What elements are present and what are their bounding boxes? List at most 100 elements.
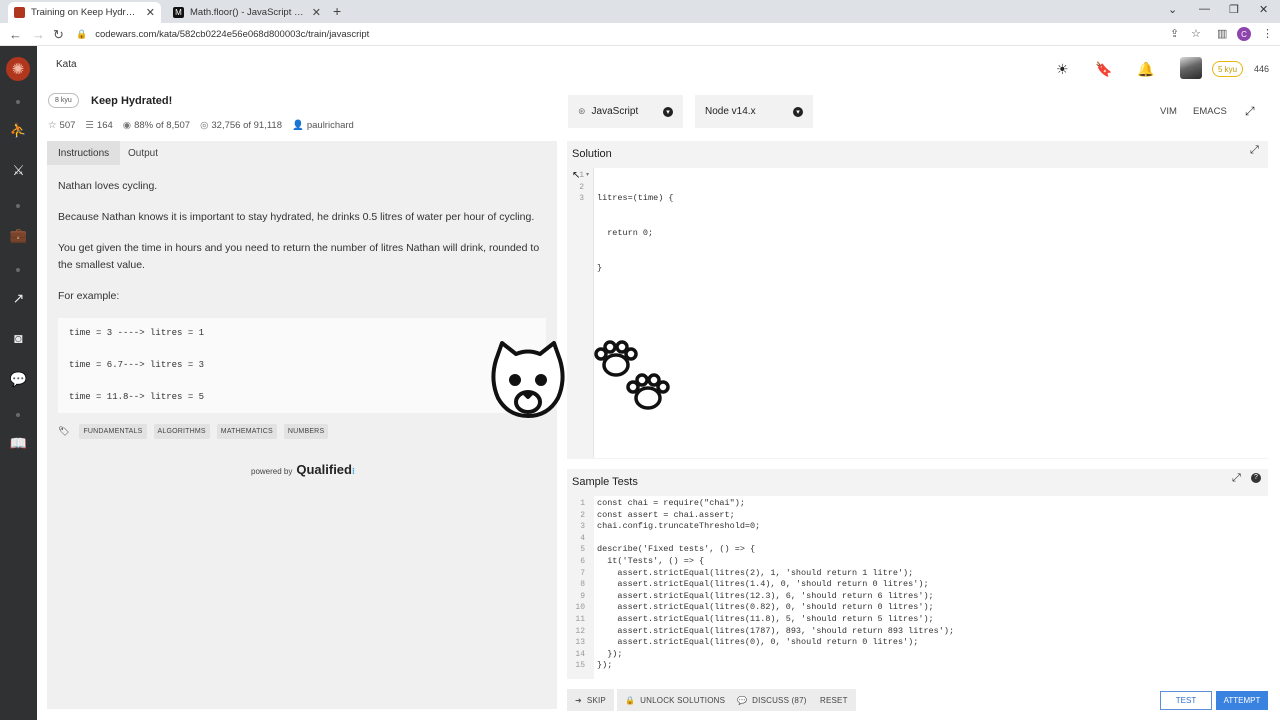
help-question-icon[interactable]: ? bbox=[1251, 473, 1261, 483]
forward-arrow-icon[interactable]: → bbox=[32, 27, 45, 42]
tab-title: Training on Keep Hydrated! | Co bbox=[31, 7, 140, 18]
tag-fundamentals[interactable]: FUNDAMENTALS bbox=[79, 424, 147, 439]
code-line: litres=(time) { bbox=[597, 193, 674, 204]
browser-toolbar: ← → ↻ 🔒 codewars.com/kata/582cb0224e56e0… bbox=[0, 23, 1280, 46]
line-number: 6 bbox=[580, 556, 585, 566]
leaderboard-trend-icon[interactable]: ↗ bbox=[0, 290, 37, 307]
line-number: 1 bbox=[580, 499, 585, 508]
tag-numbers[interactable]: NUMBERS bbox=[283, 424, 329, 439]
unlock-solutions-button[interactable]: 🔒 UNLOCK SOLUTIONS bbox=[617, 689, 734, 711]
line-number: 13 bbox=[575, 638, 585, 648]
tab-instructions[interactable]: Instructions bbox=[47, 141, 121, 165]
collections-stat[interactable]: ☰ 164 bbox=[85, 120, 112, 131]
chevron-down-icon: ▾ bbox=[793, 106, 803, 117]
profile-avatar[interactable]: C bbox=[1237, 27, 1251, 41]
code-line: assert.strictEqual(litres(0.82), 0, 'sho… bbox=[597, 602, 934, 613]
stars-stat[interactable]: ☆ 507 bbox=[48, 120, 75, 131]
mouse-cursor-icon: ↖ bbox=[572, 170, 581, 181]
line-number: 4 bbox=[580, 533, 585, 543]
author-stat[interactable]: 👤 paulrichard bbox=[292, 120, 354, 131]
powered-by-qualified[interactable]: powered by Qualified⁝ bbox=[251, 462, 355, 477]
restore-icon[interactable]: ❐ bbox=[1229, 3, 1239, 16]
close-tab-icon[interactable]: ✕ bbox=[312, 6, 321, 19]
qualified-wordmark: Qualified bbox=[296, 462, 352, 477]
discuss-button[interactable]: 💬 DISCUSS (87) bbox=[729, 689, 815, 711]
rail-separator-dot bbox=[16, 413, 20, 417]
skip-button[interactable]: ➜ SKIP bbox=[567, 689, 614, 711]
runtime-select[interactable]: Node v14.x ▾ bbox=[695, 95, 813, 128]
reload-icon[interactable]: ↻ bbox=[53, 27, 64, 43]
side-nav-rail: ✺ ⛹ ⚔ 💼 ↗ ◙ 💬 📖 bbox=[0, 46, 37, 720]
theme-sun-icon[interactable]: ☀ bbox=[1056, 61, 1069, 78]
sample-tests-code[interactable]: const chai = require("chai"); const asser… bbox=[597, 498, 954, 672]
code-line: } bbox=[597, 262, 603, 273]
bookmark-star-icon[interactable]: ☆ bbox=[1191, 27, 1201, 40]
attempt-button[interactable]: ATTEMPT bbox=[1216, 691, 1268, 710]
line-number: 5 bbox=[580, 545, 585, 555]
share-icon[interactable]: ⇪ bbox=[1170, 27, 1179, 40]
line-number: 7 bbox=[580, 568, 585, 578]
line-number: 12 bbox=[575, 626, 585, 636]
code-line: assert.strictEqual(litres(12.3), 6, 'sho… bbox=[597, 590, 934, 601]
fold-arrow-icon[interactable]: ▾ bbox=[586, 171, 589, 178]
close-tab-icon[interactable]: ✕ bbox=[146, 6, 155, 19]
user-avatar[interactable] bbox=[1180, 57, 1202, 79]
line-number: 10 bbox=[575, 603, 585, 613]
browser-tab-mdn[interactable]: M Math.floor() - JavaScript | MDN ✕ bbox=[167, 2, 327, 23]
skip-arrow-icon: ➜ bbox=[575, 695, 582, 705]
notification-bell-icon[interactable]: 🔔 bbox=[1137, 61, 1154, 78]
code-line: chai.config.truncateThreshold=0; bbox=[597, 521, 761, 532]
bookmark-icon[interactable]: 🔖 bbox=[1095, 61, 1112, 78]
codewars-logo-icon[interactable]: ✺ bbox=[6, 57, 30, 81]
minimize-icon[interactable]: — bbox=[1199, 3, 1210, 15]
new-tab-plus-icon[interactable]: + bbox=[333, 3, 341, 19]
expand-editor-icon[interactable]: ⤢ bbox=[1250, 144, 1259, 157]
reset-button[interactable]: RESET bbox=[812, 689, 856, 711]
browser-tab-codewars[interactable]: Training on Keep Hydrated! | Co ✕ bbox=[8, 2, 161, 23]
rail-separator-dot bbox=[16, 204, 20, 208]
fullscreen-icon[interactable]: ⤢ bbox=[1245, 104, 1255, 119]
solution-code[interactable]: litres=(time) { return 0; } bbox=[597, 170, 674, 286]
tag-mathematics[interactable]: MATHEMATICS bbox=[216, 424, 277, 439]
expand-tests-icon[interactable]: ⤢ bbox=[1232, 472, 1241, 485]
satisfaction-stat: ◉ 88% of 8,507 bbox=[122, 120, 191, 131]
back-arrow-icon[interactable]: ← bbox=[9, 27, 22, 42]
line-number: 9 bbox=[580, 591, 585, 601]
line-number: 2 bbox=[580, 510, 585, 520]
skip-label: SKIP bbox=[586, 695, 606, 705]
description-paragraph: You get given the time in hours and you … bbox=[58, 242, 540, 271]
tag-algorithms[interactable]: ALGORITHMS bbox=[153, 424, 210, 439]
emacs-mode-toggle[interactable]: EMACS bbox=[1193, 106, 1227, 117]
sample-tests-title: Sample Tests bbox=[572, 476, 638, 488]
jobs-briefcase-icon[interactable]: 💼 bbox=[0, 227, 37, 244]
close-window-icon[interactable]: ✕ bbox=[1259, 3, 1268, 16]
language-value: JavaScript bbox=[591, 106, 639, 117]
code-line: }); bbox=[597, 660, 613, 671]
test-button[interactable]: TEST bbox=[1160, 691, 1212, 710]
target-icon: ◎ bbox=[200, 120, 209, 131]
code-line: const chai = require("chai"); bbox=[597, 498, 745, 508]
completed-stat: ◎ 32,756 of 91,118 bbox=[200, 120, 282, 131]
code-line: assert.strictEqual(litres(11.8), 5, 'sho… bbox=[597, 613, 934, 624]
url-text: codewars.com/kata/582cb0224e56e068d80000… bbox=[95, 29, 370, 40]
discussion-chat-icon[interactable]: 💬 bbox=[0, 371, 37, 388]
browser-menu-icon[interactable]: ⋮ bbox=[1262, 27, 1273, 40]
discord-icon[interactable]: ◙ bbox=[0, 330, 37, 346]
training-icon[interactable]: ⛹ bbox=[0, 122, 37, 139]
vim-mode-toggle[interactable]: VIM bbox=[1160, 106, 1177, 117]
tab-output[interactable]: Output bbox=[117, 141, 169, 165]
docs-book-icon[interactable]: 📖 bbox=[0, 435, 37, 452]
kata-nav-link[interactable]: Kata bbox=[48, 57, 85, 72]
star-icon: ☆ bbox=[48, 120, 57, 131]
description-paragraph: For example: bbox=[58, 290, 120, 302]
rank-badge[interactable]: 5 kyu bbox=[1212, 61, 1244, 77]
address-bar[interactable]: 🔒 codewars.com/kata/582cb0224e56e068d800… bbox=[76, 26, 1191, 43]
side-panel-icon[interactable]: ▥ bbox=[1217, 27, 1227, 40]
lock-icon: 🔒 bbox=[76, 29, 88, 39]
tests-line-numbers: 1 2 3 4 5 6 7 8 9 10 11 12 13 14 15 bbox=[570, 498, 585, 672]
tab-search-chevron-icon[interactable]: ⌄ bbox=[1168, 3, 1177, 16]
practice-icon[interactable]: ⚔ bbox=[0, 162, 37, 179]
line-number: 2 bbox=[579, 182, 584, 192]
language-select[interactable]: ⊛ JavaScript ▾ bbox=[568, 95, 683, 128]
reset-label: RESET bbox=[820, 695, 848, 705]
